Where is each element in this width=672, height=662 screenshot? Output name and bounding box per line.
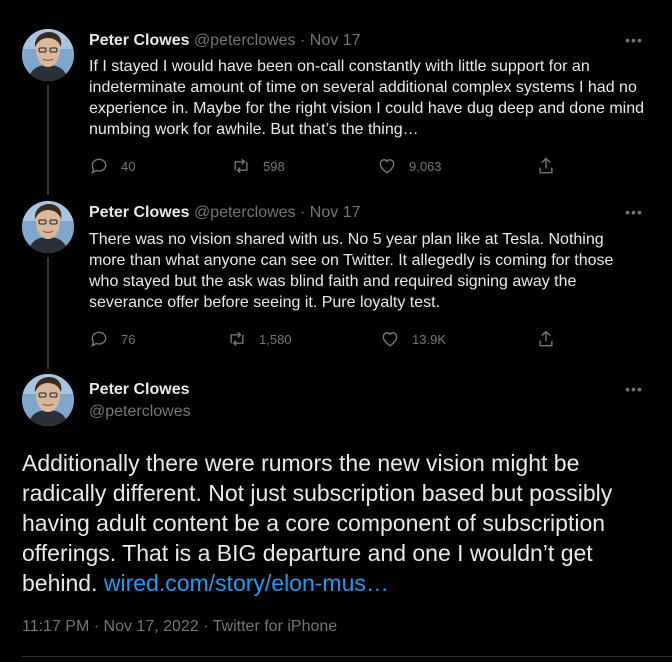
tweet-source[interactable]: Twitter for iPhone <box>213 618 338 635</box>
tweet-header: Peter Clowes @peterclowes · Nov 17 <box>89 31 361 51</box>
author-handle[interactable]: @peterclowes <box>194 204 296 221</box>
heart-icon <box>382 332 398 347</box>
retweet-count: 1,580 <box>259 331 292 347</box>
author-name[interactable]: Peter Clowes <box>89 204 189 221</box>
share-icon <box>539 330 553 347</box>
tweet-date[interactable]: Nov 17 <box>310 204 361 221</box>
share-button[interactable] <box>536 156 556 176</box>
reply-icon <box>91 331 107 348</box>
more-icon[interactable]: ••• <box>624 32 644 52</box>
reply-icon <box>91 158 107 175</box>
retweet-button[interactable]: 1,580 <box>227 329 292 349</box>
thread-line <box>47 85 49 195</box>
tweet-meta: 11:17 PM · Nov 17, 2022 · Twitter for iP… <box>22 618 337 636</box>
like-button[interactable]: 9,063 <box>377 156 442 176</box>
tweet-full-date[interactable]: Nov 17, 2022 <box>104 618 199 635</box>
like-count: 13.9K <box>412 331 446 347</box>
separator-dot: · <box>300 204 306 221</box>
like-count: 9,063 <box>409 158 442 174</box>
tweet-date[interactable]: Nov 17 <box>310 32 361 49</box>
thread-line <box>47 257 49 369</box>
share-icon <box>539 157 553 174</box>
retweet-button[interactable]: 598 <box>231 156 285 176</box>
share-button[interactable] <box>536 329 556 349</box>
heart-icon <box>379 159 395 174</box>
more-icon[interactable]: ••• <box>624 381 644 401</box>
retweet-icon <box>230 331 244 347</box>
tweet-text: If I stayed I would have been on-call co… <box>89 58 645 138</box>
retweet-icon <box>234 158 248 174</box>
reply-count: 76 <box>121 331 136 347</box>
author-name[interactable]: Peter Clowes <box>89 32 189 49</box>
separator-dot: · <box>93 618 100 635</box>
author-handle[interactable]: @peterclowes <box>89 402 191 422</box>
more-icon[interactable]: ••• <box>624 204 644 224</box>
like-button[interactable]: 13.9K <box>380 329 446 349</box>
tweet-actions: 76 1,580 13.9K <box>89 329 559 349</box>
separator-dot: · <box>300 32 306 49</box>
divider <box>22 656 672 657</box>
retweet-count: 598 <box>263 158 285 174</box>
author-name[interactable]: Peter Clowes <box>89 380 189 400</box>
avatar[interactable] <box>22 29 74 81</box>
reply-count: 40 <box>121 158 136 174</box>
author-handle[interactable]: @peterclowes <box>194 32 296 49</box>
main-tweet-text: Additionally there were rumors the new v… <box>22 448 662 598</box>
article-link[interactable]: wired.com/story/elon-mus… <box>104 570 389 596</box>
tweet-header: Peter Clowes @peterclowes · Nov 17 <box>89 203 361 223</box>
avatar[interactable] <box>22 374 74 426</box>
separator-dot: · <box>203 618 209 635</box>
tweet-text: There was no vision shared with us. No 5… <box>89 231 614 311</box>
tweet-time[interactable]: 11:17 PM <box>22 618 89 635</box>
tweet-actions: 40 598 9,063 <box>89 156 559 176</box>
avatar[interactable] <box>22 201 74 253</box>
reply-button[interactable]: 76 <box>89 329 135 349</box>
reply-button[interactable]: 40 <box>89 156 135 176</box>
